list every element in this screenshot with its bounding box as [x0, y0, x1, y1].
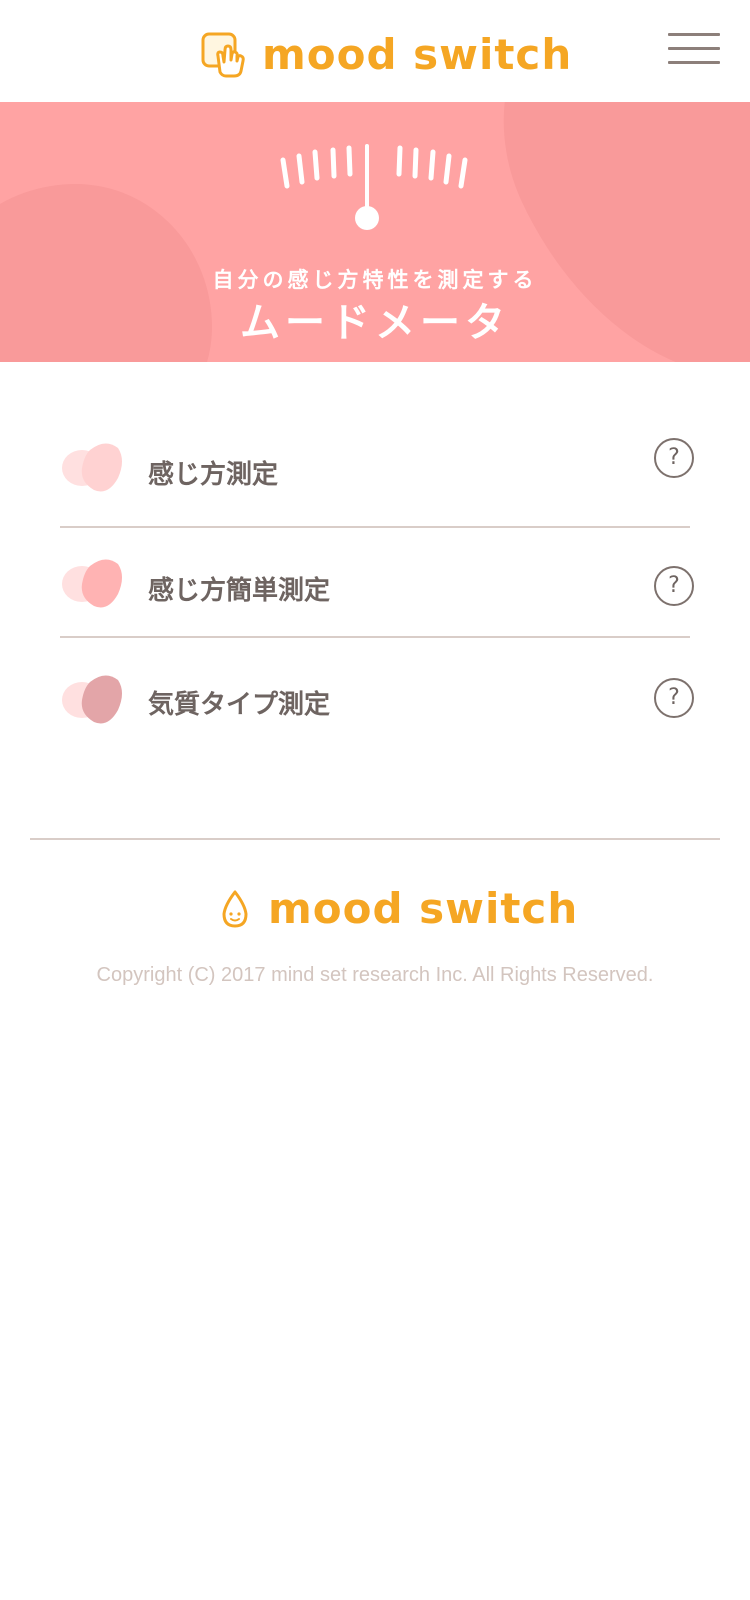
header-logo[interactable]: mood switch [200, 24, 572, 84]
gauge-meter-icon [280, 144, 468, 230]
hand-pointer-icon [201, 32, 245, 78]
help-icon[interactable]: ? [654, 438, 694, 478]
hamburger-menu-icon[interactable] [668, 33, 720, 67]
header: mood switch [0, 0, 750, 102]
help-icon[interactable]: ? [654, 678, 694, 718]
menu-item-kishitsu[interactable]: 気質タイプ測定 ? [60, 672, 694, 732]
divider [60, 636, 690, 638]
footer-logo[interactable]: mood switch [220, 884, 578, 933]
help-icon[interactable]: ? [654, 566, 694, 606]
droplet-smile-icon [222, 890, 248, 927]
blob-icon [62, 443, 122, 492]
blob-icon [62, 559, 122, 608]
blob-icon [62, 675, 122, 724]
divider [60, 526, 690, 528]
menu-item-label: 気質タイプ測定 [148, 690, 331, 720]
menu-item-kantan[interactable]: 感じ方簡単測定 ? [60, 556, 694, 616]
footer-divider [30, 838, 720, 840]
footer-logo-text: mood switch [268, 884, 579, 933]
copyright-text: Copyright (C) 2017 mind set research Inc… [96, 964, 654, 986]
hero-banner: 自分の感じ方特性を測定する ムードメータ [0, 102, 750, 362]
menu-item-label: 感じ方簡単測定 [148, 576, 331, 606]
hero-title: ムードメータ [240, 300, 510, 346]
logo-text: mood switch [262, 29, 573, 79]
menu-item-kanjikata[interactable]: 感じ方測定 ? [60, 438, 694, 500]
menu-item-label: 感じ方測定 [148, 460, 279, 490]
